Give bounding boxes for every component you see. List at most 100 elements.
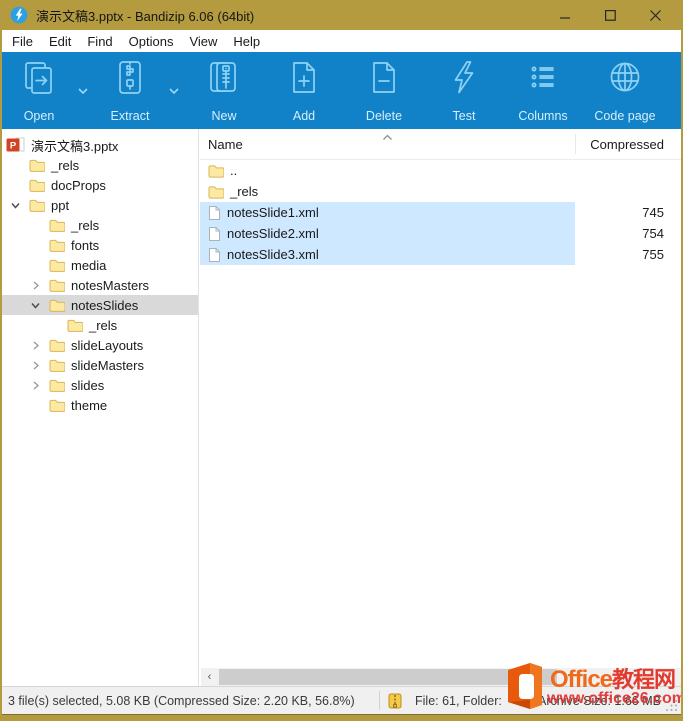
extract-label: Extract [111,109,150,123]
chevron-right-icon[interactable] [30,340,41,351]
menu-options[interactable]: Options [121,30,182,52]
folder-icon [49,219,65,232]
menu-file[interactable]: File [4,30,41,52]
archive-status-icon [388,693,403,712]
column-separator[interactable] [575,134,576,154]
file-name: notesSlide2.xml [227,226,319,241]
tree-item-label: 演示文稿3.pptx [31,136,118,155]
tree-item-notesslides[interactable]: notesSlides [2,295,198,315]
menu-find[interactable]: Find [79,30,120,52]
archive-size: Archive Size: 1.66 MB [538,694,661,708]
tree-item-theme[interactable]: theme [2,395,198,415]
archive-file-count: File: 61, Folder: [415,694,502,708]
tree-item-label: notesSlides [71,298,138,313]
sort-ascending-icon [382,129,393,144]
open-button[interactable]: Open [9,59,69,123]
minimize-button[interactable] [543,0,588,30]
compressed-size: 745 [575,202,664,223]
chevron-down-icon[interactable] [10,200,21,211]
new-button[interactable]: New [194,59,254,123]
list-row-notesslide2[interactable]: notesSlide2.xml 754 [200,223,681,244]
scrollbar-thumb[interactable] [219,669,557,685]
file-list-panel: Name Compressed .. _rels notesSlide1.xml [200,129,681,686]
columns-button[interactable]: Columns [506,59,580,123]
compressed-size [575,160,664,181]
tree-item-docprops[interactable]: docProps [2,175,198,195]
tree-item-notesmasters[interactable]: notesMasters [2,275,198,295]
tree-item-root[interactable]: P 演示文稿3.pptx [2,135,198,155]
tree-item-ppt-rels[interactable]: _rels [2,215,198,235]
chevron-right-icon[interactable] [30,360,41,371]
window-title: 演示文稿3.pptx - Bandizip 6.06 (64bit) [36,6,254,25]
tree-item-label: notesMasters [71,278,149,293]
tree-item-notesslides-rels[interactable]: _rels [2,315,198,335]
folder-icon [29,159,45,172]
menu-edit[interactable]: Edit [41,30,79,52]
folder-icon [208,164,224,178]
column-header-compressed[interactable]: Compressed [590,137,664,152]
list-row-notesslide1[interactable]: notesSlide1.xml 745 [200,202,681,223]
tree-item-label: ppt [51,198,69,213]
scroll-left-arrow-icon[interactable]: ‹ [201,668,218,686]
tree-item-slides[interactable]: slides [2,375,198,395]
tree-item-label: fonts [71,238,99,253]
columns-label: Columns [518,109,567,123]
compressed-size [575,181,664,202]
maximize-button[interactable] [588,0,633,30]
delete-button[interactable]: Delete [354,59,414,123]
folder-icon [49,279,65,292]
status-separator [379,691,380,710]
tree-item-label: theme [71,398,107,413]
extract-dropdown-chevron-icon[interactable] [169,82,179,100]
code-page-button[interactable]: Code page [582,59,668,123]
file-name: notesSlide3.xml [227,247,319,262]
svg-text:P: P [10,141,17,152]
tree-item-ppt[interactable]: ppt [2,195,198,215]
chevron-right-icon[interactable] [30,280,41,291]
horizontal-scrollbar[interactable]: ‹ [201,668,681,686]
extract-icon [111,59,149,100]
open-archive-icon [20,59,58,100]
close-button[interactable] [633,0,678,30]
tree-item-label: slideLayouts [71,338,143,353]
new-label: New [211,109,236,123]
add-button[interactable]: Add [274,59,334,123]
folder-icon [49,239,65,252]
list-row-notesslide3[interactable]: notesSlide3.xml 755 [200,244,681,265]
delete-label: Delete [366,109,402,123]
list-row-up[interactable]: .. [200,160,681,181]
menu-view[interactable]: View [181,30,225,52]
tree-item-media[interactable]: media [2,255,198,275]
compressed-size: 754 [575,223,664,244]
code-page-label: Code page [594,109,655,123]
tree-item-rels[interactable]: _rels [2,155,198,175]
folder-icon [49,399,65,412]
open-dropdown-chevron-icon[interactable] [78,82,88,100]
menu-help[interactable]: Help [225,30,268,52]
add-label: Add [293,109,315,123]
chevron-down-icon[interactable] [30,300,41,311]
tree-item-label: docProps [51,178,106,193]
folder-icon [49,259,65,272]
resize-grip[interactable] [665,699,678,715]
tree-item-label: _rels [71,218,99,233]
tree-item-label: media [71,258,106,273]
tree-item-slidelayouts[interactable]: slideLayouts [2,335,198,355]
chevron-right-icon[interactable] [30,380,41,391]
bandizip-window: 演示文稿3.pptx - Bandizip 6.06 (64bit) File … [0,0,683,721]
status-bar: 3 file(s) selected, 5.08 KB (Compressed … [2,686,681,714]
column-header-name[interactable]: Name [208,137,243,152]
xml-file-icon [208,247,221,263]
tree-item-fonts[interactable]: fonts [2,235,198,255]
folder-icon [67,319,83,332]
list-row-rels[interactable]: _rels [200,181,681,202]
test-button[interactable]: Test [434,59,494,123]
tree-item-label: _rels [89,318,117,333]
file-name: _rels [230,184,258,199]
toolbar: Open Extract [2,52,681,129]
new-archive-icon [205,59,243,100]
file-name: notesSlide1.xml [227,205,319,220]
extract-button[interactable]: Extract [100,59,160,123]
tree-item-slidemasters[interactable]: slideMasters [2,355,198,375]
folder-icon [29,179,45,192]
